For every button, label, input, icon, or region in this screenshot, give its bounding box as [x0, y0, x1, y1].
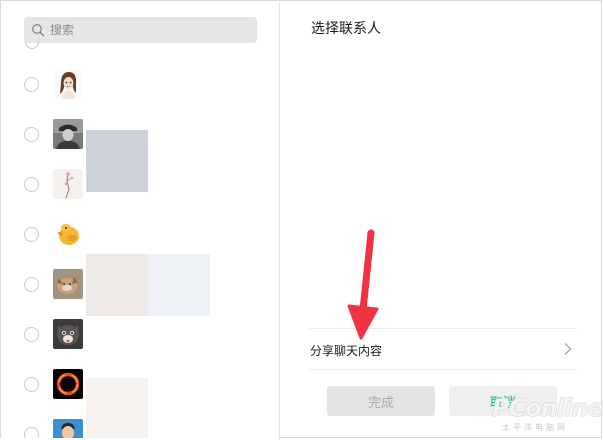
fox-photo-avatar	[53, 269, 83, 299]
redacted-name-block	[86, 130, 148, 192]
contact-radio[interactable]	[24, 327, 39, 342]
watermark-logo: PConline	[492, 394, 604, 422]
watermark-subtitle: 太平洋电脑网	[502, 423, 568, 432]
contact-radio[interactable]	[24, 427, 39, 438]
contact-radio[interactable]	[24, 127, 39, 142]
panel-title: 选择联系人	[311, 21, 381, 37]
contact-row[interactable]	[1, 216, 279, 256]
search-box[interactable]	[24, 17, 257, 43]
search-input[interactable]	[50, 23, 250, 37]
contact-radio[interactable]	[24, 377, 39, 392]
contact-radio[interactable]	[24, 227, 39, 242]
pane-divider	[279, 0, 280, 440]
contact-row[interactable]	[1, 66, 279, 106]
annotation-arrow	[347, 229, 379, 340]
redacted-name-block	[86, 254, 148, 316]
search-icon	[32, 24, 45, 37]
redacted-name-block	[148, 254, 210, 316]
done-button[interactable]: 完成	[327, 386, 435, 416]
contact-radio[interactable]	[24, 277, 39, 292]
watermark: PConline 太平洋电脑网	[492, 394, 604, 438]
chevron-right-icon	[564, 343, 572, 355]
contact-row[interactable]	[1, 316, 279, 356]
share-chat-content-label: 分享聊天内容	[310, 344, 383, 358]
cat-photo-avatar	[53, 319, 83, 349]
contact-list-pane	[1, 1, 279, 438]
woman-cartoon-avatar	[53, 69, 83, 99]
man-photo-avatar	[53, 419, 83, 438]
partial-contact-radio[interactable]	[25, 41, 39, 49]
redacted-name-block	[86, 378, 148, 438]
duck-sticker-avatar	[53, 219, 83, 249]
black-hole-avatar	[53, 369, 83, 399]
soldier-photo-avatar	[53, 119, 83, 149]
flower-branch-avatar	[53, 169, 83, 199]
contact-radio[interactable]	[24, 177, 39, 192]
contact-radio[interactable]	[24, 77, 39, 92]
